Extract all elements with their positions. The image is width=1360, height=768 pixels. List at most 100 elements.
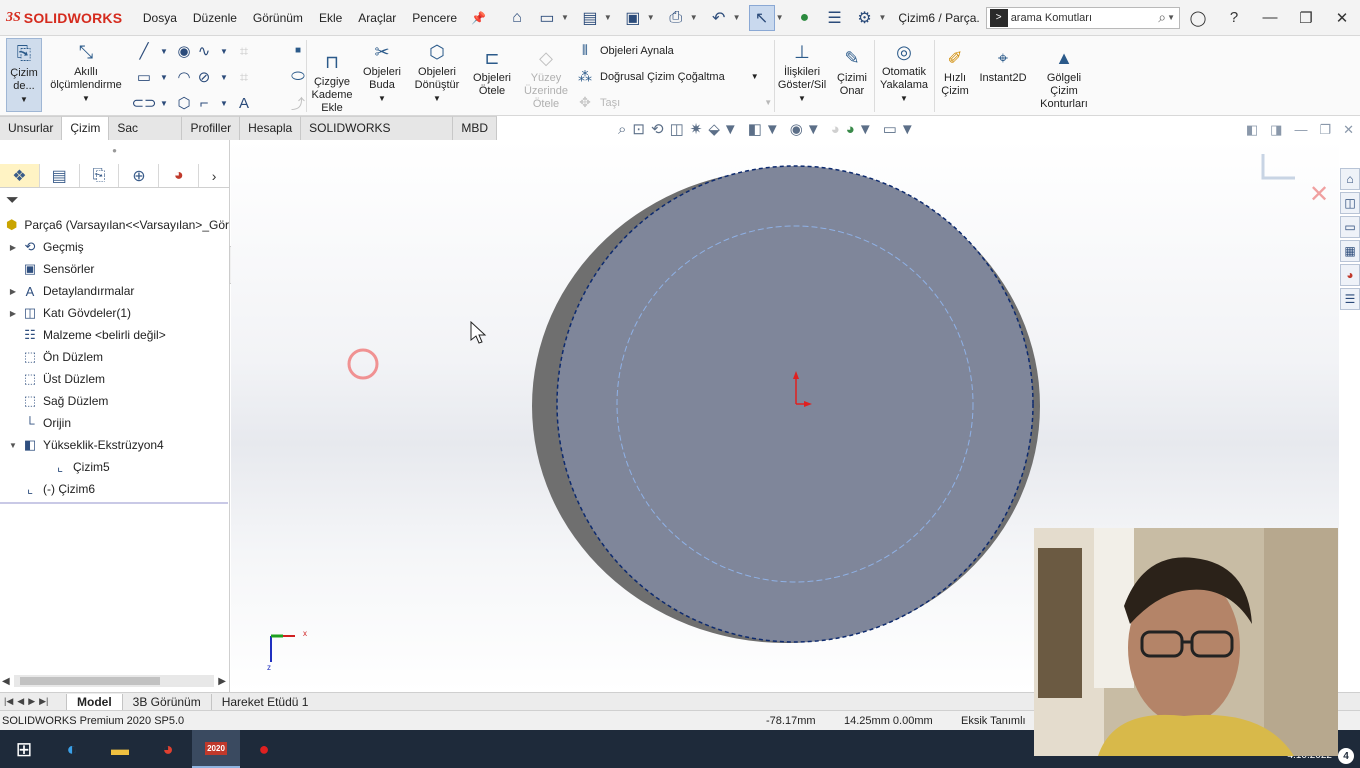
edit-appearance-icon[interactable]: ◕ [831, 121, 840, 138]
select-cursor-icon[interactable]: ↖ [748, 4, 775, 31]
tree-item-origin[interactable]: └ Orijin [0, 412, 229, 434]
chevron-down-icon[interactable]: ▼ [733, 13, 741, 22]
user-account-icon[interactable]: ◯ [1180, 9, 1216, 27]
view-orientation-icon[interactable]: ⬙ [708, 120, 720, 138]
tree-item-sketch6[interactable]: ⌞ (-) Çizim6 [0, 478, 229, 500]
quick-snaps-button[interactable]: ◎ Otomatik Yakalama ▼ [878, 40, 930, 105]
menu-ekle[interactable]: Ekle [311, 0, 350, 36]
tree-item-sketch5[interactable]: ⌞ Çizim5 [0, 456, 229, 478]
chevron-down-icon[interactable]: ▼ [900, 121, 915, 138]
chevron-down-icon[interactable]: ▼ [765, 121, 780, 138]
traffic-light-rebuild-icon[interactable]: ● [791, 5, 817, 31]
convert-entities-button[interactable]: ⬡ Objeleri Dönüştür ▼ [410, 40, 464, 105]
menu-araclar[interactable]: Araçlar [350, 0, 404, 36]
sketch-fillet-icon[interactable]: ⌐ [194, 90, 214, 116]
chevron-right-icon[interactable]: › [199, 164, 229, 187]
tree-item-solid-bodies[interactable]: ▶ ◫ Katı Gövdeler(1) [0, 302, 229, 324]
mirror-entities-button[interactable]: ⫴ Objeleri Aynala [576, 42, 674, 59]
chevron-down-icon[interactable]: ▼ [723, 121, 738, 138]
chevron-down-icon[interactable]: ▼ [561, 13, 569, 22]
search-icon[interactable]: ⌕ [1158, 9, 1166, 26]
tab-solidworks-eklentileri[interactable]: SOLIDWORKS Eklentileri [301, 116, 454, 157]
edge-browser-icon[interactable]: ◐ [48, 730, 96, 768]
line-icon[interactable]: ╱ [134, 38, 154, 64]
tree-item-annotations[interactable]: ▶ A Detaylandırmalar [0, 280, 229, 302]
print-icon[interactable]: ⎙ [663, 5, 689, 31]
doc-minimize-icon[interactable]: — [1294, 122, 1307, 138]
confirm-exit-sketch-icon[interactable] [1261, 154, 1295, 180]
horizontal-scrollbar[interactable]: ◀ ▶ [2, 674, 226, 688]
home-icon[interactable]: ⌂ [504, 5, 530, 31]
chrome-browser-icon[interactable]: ◕ [144, 730, 192, 768]
section-view-icon[interactable]: ◫ [670, 120, 684, 138]
chevron-down-icon[interactable]: ▼ [154, 90, 174, 116]
sketch-definition-status[interactable]: Eksik Tanımlı [961, 715, 1026, 727]
exit-sketch-button[interactable]: ⎘ Çizim de... ▼ [6, 38, 42, 112]
open-folder-icon[interactable]: ▤ [577, 5, 603, 31]
chevron-down-icon[interactable]: ▼ [433, 92, 441, 105]
chevron-down-icon[interactable]: ▼ [900, 92, 908, 105]
zoom-to-area-icon[interactable]: ⊡ [632, 120, 645, 138]
rapid-sketch-button[interactable]: ✐ Hızlı Çizim [938, 46, 972, 98]
chevron-down-icon[interactable]: ▼ [878, 13, 886, 22]
repair-sketch-button[interactable]: ✎ Çizimi Onar [832, 46, 872, 98]
solidworks-logo[interactable]: 3S SOLIDWORKS [0, 10, 135, 26]
text-icon[interactable]: A [234, 90, 254, 116]
chevron-down-icon[interactable]: ▼ [214, 90, 234, 116]
tab-model[interactable]: Model [66, 693, 122, 710]
chevron-down-icon[interactable]: ▼ [604, 13, 612, 22]
arc-icon[interactable]: ◠ [174, 64, 194, 90]
file-explorer-taskbar-icon[interactable]: ▬ [96, 730, 144, 768]
tab-profiller[interactable]: Profiller [182, 116, 241, 140]
dynamic-annotation-icon[interactable]: ✷ [690, 120, 703, 138]
tab-3d-view[interactable]: 3B Görünüm [121, 693, 211, 710]
custom-properties-icon[interactable]: ☰ [1340, 288, 1360, 310]
panel-grip[interactable]: ● [0, 140, 229, 164]
chevron-down-icon[interactable]: ▼ [690, 13, 698, 22]
tile-right-icon[interactable]: ◨ [1270, 122, 1282, 138]
search-input[interactable]: arama Komutları [1011, 12, 1159, 24]
tree-item-material[interactable]: ☷ Malzeme <belirli değil> [0, 324, 229, 346]
menu-dosya[interactable]: Dosya [135, 0, 185, 36]
command-search-box[interactable]: > arama Komutları ⌕ ▼ [985, 6, 1180, 29]
hide-show-items-icon[interactable]: ◉ [790, 120, 803, 138]
cancel-sketch-icon[interactable]: ✕ [1309, 181, 1329, 208]
offset-entities-button[interactable]: ⊏ Objeleri Ötele [468, 46, 516, 98]
chevron-down-icon[interactable]: ▼ [214, 38, 234, 64]
chevron-down-icon[interactable]: ▼ [647, 13, 655, 22]
previous-view-icon[interactable]: ⟲ [651, 120, 664, 138]
feature-manager-tab-icon[interactable]: ❖ [0, 164, 40, 187]
first-tab-icon[interactable]: |◀ [4, 696, 13, 707]
tree-item-front-plane[interactable]: ⬚ Ön Düzlem [0, 346, 229, 368]
tree-item-right-plane[interactable]: ⬚ Sağ Düzlem [0, 390, 229, 412]
chevron-down-icon[interactable]: ▼ [154, 64, 174, 90]
doc-close-icon[interactable]: ✕ [1343, 122, 1354, 138]
smart-dimension-button[interactable]: ⤡ Akıllı ölçümlendirme ▼ [46, 40, 126, 105]
tab-unsurlar[interactable]: Unsurlar [0, 116, 63, 140]
expand-arrow-icon[interactable]: ▶ [6, 287, 20, 296]
chevron-down-icon[interactable]: ▼ [82, 92, 90, 105]
apply-scene-icon[interactable]: ◕ [846, 121, 855, 138]
chevron-down-icon[interactable]: ▼ [378, 92, 386, 105]
restore-icon[interactable]: ❐ [1288, 9, 1324, 27]
solidworks-taskbar-icon[interactable]: 2020 [192, 730, 240, 768]
zoom-to-fit-icon[interactable]: ⌕ [618, 121, 626, 138]
close-icon[interactable]: ✕ [1324, 9, 1360, 27]
chevron-down-icon[interactable]: ▼ [858, 121, 873, 138]
tree-item-history[interactable]: ▶ ⟲ Geçmiş [0, 236, 229, 258]
scroll-thumb[interactable] [19, 677, 160, 685]
instant2d-button[interactable]: ⌖ Instant2D [976, 46, 1030, 85]
collapse-arrow-icon[interactable]: ▼ [6, 441, 20, 450]
display-delete-relations-button[interactable]: ⊥ İlişkileri Göster/Sil ▼ [778, 40, 826, 105]
dimxpert-tab-icon[interactable]: ⊕ [119, 164, 160, 187]
tree-item-sensors[interactable]: ▣ Sensörler [0, 258, 229, 280]
rectangle-icon[interactable]: ▭ [134, 64, 154, 90]
appearances-icon[interactable]: ◕ [1340, 264, 1360, 286]
configuration-manager-tab-icon[interactable]: ⎘ [80, 164, 120, 187]
design-library-icon[interactable]: ◫ [1340, 192, 1360, 214]
expand-arrow-icon[interactable]: ▶ [6, 309, 20, 318]
windows-start-icon[interactable]: ⊞ [0, 730, 48, 768]
chevron-down-icon[interactable]: ▼ [776, 13, 784, 22]
chevron-down-icon[interactable]: ▼ [214, 64, 234, 90]
chevron-down-icon[interactable]: ▼ [806, 121, 821, 138]
